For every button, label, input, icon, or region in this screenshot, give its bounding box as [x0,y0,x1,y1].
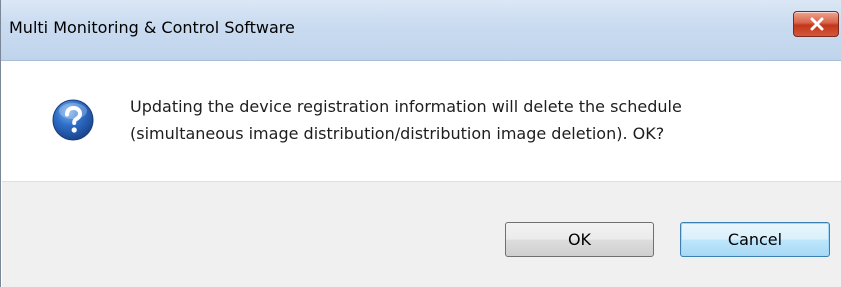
message-line-2: (simultaneous image distribution/distrib… [130,124,665,143]
window-title: Multi Monitoring & Control Software [9,18,295,37]
message-area: Updating the device registration informa… [2,61,841,181]
message-line-1: Updating the device registration informa… [130,97,682,116]
ok-button[interactable]: OK [505,222,654,257]
dialog-message: Updating the device registration informa… [130,93,682,147]
close-icon [810,17,824,31]
title-bar[interactable]: Multi Monitoring & Control Software [1,0,841,61]
cancel-button[interactable]: Cancel [680,222,830,257]
button-bar: OK Cancel [2,181,841,287]
close-button[interactable] [793,11,839,37]
question-mark-icon [52,99,94,141]
dialog-window: Multi Monitoring & Control Software Upda… [0,0,841,287]
